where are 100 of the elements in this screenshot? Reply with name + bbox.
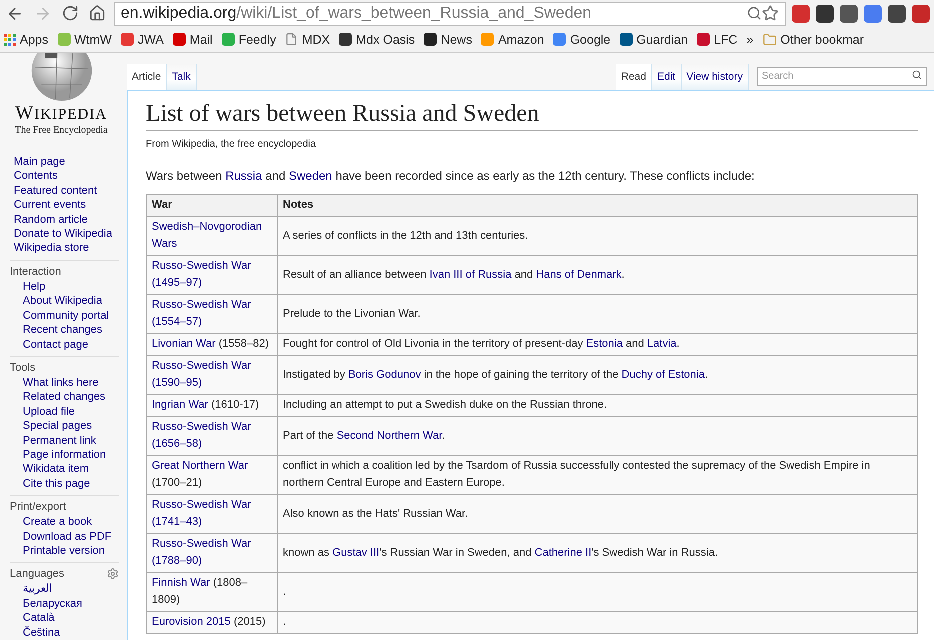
article-link[interactable]: Eurovision 2015 (152, 616, 231, 628)
logo-tagline: The Free Encyclopedia (15, 125, 108, 136)
article-link[interactable]: Russo-Swedish War (1656–58) (152, 419, 272, 453)
table-cell: . (278, 572, 918, 612)
table-cell: Livonian War (1558–82) (146, 334, 278, 356)
table-cell: known as Gustav III's Russian War in Sweden, and Catherine II's Swedish War in Russia. (278, 534, 918, 572)
extension-icon[interactable] (888, 4, 906, 22)
sidebar-link[interactable]: Беларуская (10, 596, 83, 612)
article-link[interactable]: Duchy of Estonia (622, 368, 705, 380)
article-link[interactable]: Russo-Swedish War (1788–90) (152, 536, 272, 570)
intro-paragraph: Wars between Russia and Sweden have been recorded since as early as the 12th century. These conflicts include: (146, 169, 756, 183)
article-link[interactable]: Great Northern War (152, 460, 248, 472)
search-icon (747, 6, 762, 21)
apps-grid-icon (4, 34, 16, 46)
page-icon (285, 33, 298, 46)
article-link[interactable]: Sweden (288, 169, 332, 183)
sidebar-link[interactable]: Donate to Wikipedia (10, 227, 112, 242)
article-link[interactable]: Russo-Swedish War (1741–43) (152, 497, 272, 531)
article-link[interactable]: Boris Godunov (348, 368, 422, 380)
search-field[interactable]: Search (757, 67, 927, 86)
wikipedia-wordmark[interactable]: WIKIPEDIA (16, 103, 108, 125)
bookmark-link[interactable]: Google (553, 32, 611, 46)
settings-icon[interactable] (107, 568, 119, 580)
sidebar-link[interactable]: Contents (10, 169, 58, 184)
sidebar-link[interactable]: Recent changes (10, 323, 102, 338)
article-link[interactable]: Estonia (586, 338, 623, 350)
article-link[interactable]: Latvia (647, 338, 677, 350)
column-header: War (146, 194, 278, 216)
sidebar-link[interactable]: Help (10, 280, 46, 294)
bookmark-link[interactable]: Mail (172, 32, 213, 46)
bookmark-link[interactable]: JWA (120, 32, 164, 46)
sidebar-link[interactable]: Related changes (10, 390, 106, 405)
sidebar-link[interactable]: Current events (10, 198, 86, 213)
sidebar-link[interactable]: Community portal (10, 308, 110, 324)
bookmark-link[interactable]: WtmW (58, 32, 112, 46)
table-cell: Prelude to the Livonian War. (278, 294, 918, 334)
search-icon[interactable] (912, 70, 922, 80)
sidebar-link[interactable]: Page information (10, 448, 106, 462)
page-tab[interactable]: View history (682, 64, 749, 90)
sidebar-heading: Print/export (10, 500, 66, 516)
sidebar-link[interactable]: Upload file (10, 404, 75, 420)
sidebar-link[interactable]: Permanent link (10, 434, 96, 448)
article-link[interactable]: Ingrian War (152, 399, 208, 411)
article-link[interactable]: Russo-Swedish War (1495–97) (152, 258, 272, 292)
page-tab[interactable]: Talk (167, 64, 197, 90)
bookmark-link[interactable]: Feedly (222, 32, 276, 46)
article-link[interactable]: Ivan III of Russia (430, 268, 512, 280)
article-link[interactable]: Gustav III (332, 546, 380, 558)
article-link[interactable]: Russo-Swedish War (1554–57) (152, 297, 272, 331)
bookmark-link[interactable]: Guardian (620, 32, 688, 46)
article-link[interactable]: Swedish–Novgorodian Wars (152, 219, 272, 253)
table-cell: . (278, 612, 918, 634)
sidebar-link[interactable]: Printable version (10, 544, 105, 558)
bookmark-link[interactable]: MDX (285, 32, 330, 46)
more-bookmarks-button[interactable]: » (746, 32, 754, 46)
bookmark-link[interactable]: Mdx Oasis (339, 32, 416, 46)
sidebar-heading: Languages (10, 567, 64, 582)
sidebar-link[interactable]: Download as PDF (10, 530, 112, 544)
sidebar-link[interactable]: Special pages (10, 419, 92, 434)
article-link[interactable]: Russia (226, 169, 262, 183)
sidebar-link[interactable]: About Wikipedia (10, 294, 102, 309)
sidebar-link[interactable]: Contact page (10, 338, 88, 352)
sidebar-heading: Interaction (10, 264, 62, 280)
sidebar-link[interactable]: Cite this page (10, 476, 90, 492)
sidebar-link[interactable]: Main page (10, 155, 66, 170)
sidebar-link[interactable]: Català (10, 611, 55, 626)
page-tab[interactable]: Article (127, 64, 168, 90)
puzzle-globe-icon (30, 53, 92, 103)
star-icon[interactable] (762, 5, 779, 22)
table-cell: Result of an alliance between Ivan III of Russia and Hans of Denmark. (278, 256, 918, 294)
extension-icon[interactable] (816, 4, 834, 22)
bookmark-link[interactable]: Apps (4, 32, 48, 46)
sidebar-link[interactable]: العربية (10, 582, 52, 597)
sidebar-link[interactable]: Wikidata item (10, 462, 90, 477)
sidebar-link[interactable]: What links here (10, 376, 99, 390)
sidebar-link[interactable]: Create a book (10, 515, 92, 530)
bookmark-link[interactable]: Amazon (481, 32, 544, 46)
extension-icon[interactable] (912, 4, 930, 22)
sidebar-link[interactable]: Random article (10, 212, 88, 228)
sidebar-link[interactable]: Featured content (10, 184, 98, 198)
article-link[interactable]: Russo-Swedish War (1590–95) (152, 358, 272, 392)
article-link[interactable]: Finnish War (152, 577, 210, 589)
article-link[interactable]: Hans of Denmark (536, 268, 622, 280)
page-tab[interactable]: Edit (652, 64, 682, 90)
page-tab[interactable]: Read (616, 64, 652, 90)
extension-icon[interactable] (840, 4, 858, 22)
article-link[interactable]: Second Northern War (336, 430, 442, 442)
address-bar[interactable]: en.wikipedia.org/wiki/List_of_wars_between_Russia_and_Sweden (114, 2, 786, 26)
article-link[interactable]: Livonian War (152, 338, 216, 350)
bookmark-link[interactable]: LFC (697, 32, 738, 46)
article-tagline: From Wikipedia, the free encyclopedia (146, 139, 318, 150)
folder-icon (762, 32, 777, 46)
sidebar-link[interactable]: Wikipedia store (10, 241, 90, 256)
sidebar-link[interactable]: Čeština (10, 626, 60, 640)
table-cell: Great Northern War (1700–21) (146, 456, 278, 494)
table-cell: A series of conflicts in the 12th and 13th centuries. (278, 216, 918, 256)
table-cell: Part of the Second Northern War. (278, 416, 918, 456)
bookmark-link[interactable]: Other bookmar (762, 32, 864, 46)
bookmark-link[interactable]: News (424, 32, 472, 46)
article-link[interactable]: Catherine II (534, 546, 592, 558)
